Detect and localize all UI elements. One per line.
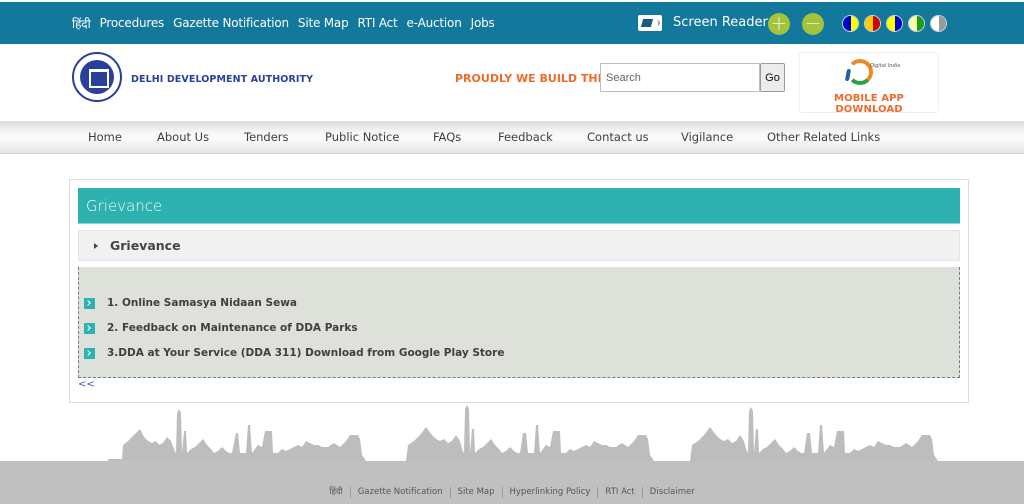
theme-color-left bbox=[909, 16, 917, 31]
nav-item-feedback[interactable]: Feedback bbox=[498, 121, 553, 154]
city-skyline-decoration bbox=[70, 405, 970, 465]
skyline-shapes bbox=[70, 405, 970, 465]
chevron-right-icon bbox=[84, 322, 95, 334]
nav-item-about-us[interactable]: About Us bbox=[157, 121, 209, 154]
decrease-font-button[interactable]: − bbox=[802, 13, 824, 35]
link-feedback-dda-parks[interactable]: 2. Feedback on Maintenance of DDA Parks bbox=[107, 322, 358, 334]
site-footer: हिंदी Gazette Notification Site Map Hype… bbox=[0, 461, 1024, 504]
increase-font-button[interactable]: + bbox=[768, 13, 790, 35]
theme-yellow-blue-button[interactable] bbox=[886, 15, 903, 32]
nav-item-home[interactable]: Home bbox=[88, 121, 122, 154]
footer-link-rti-act[interactable]: RTI Act bbox=[597, 487, 641, 498]
panel-title-bar: Grievance bbox=[78, 188, 960, 224]
mobile-app-download-label: MOBILE APP DOWNLOAD bbox=[834, 93, 904, 115]
search-go-button[interactable]: Go bbox=[760, 63, 785, 92]
theme-color-right bbox=[850, 16, 858, 31]
nav-item-faqs[interactable]: FAQs bbox=[433, 121, 461, 154]
nav-item-contact-us[interactable]: Contact us bbox=[587, 121, 649, 154]
footer-link-site-map[interactable]: Site Map bbox=[449, 487, 502, 498]
nav-item-vigilance[interactable]: Vigilance bbox=[681, 121, 733, 154]
footer-link-gazette-notification[interactable]: Gazette Notification bbox=[349, 487, 450, 498]
org-name[interactable]: DELHI DEVELOPMENT AUTHORITY bbox=[131, 74, 313, 85]
theme-yellow-red-button[interactable] bbox=[864, 15, 881, 32]
theme-color-left bbox=[887, 16, 895, 31]
footer-link-disclaimer[interactable]: Disclaimer bbox=[641, 487, 702, 498]
nav-item-other-related-links[interactable]: Other Related Links bbox=[767, 121, 880, 154]
theme-white-gray-button[interactable] bbox=[930, 15, 947, 32]
back-link[interactable]: << bbox=[78, 379, 95, 390]
top-link-rti-act[interactable]: RTI Act bbox=[357, 16, 397, 30]
skyline-segment-1 bbox=[70, 409, 366, 461]
theme-lightyellow-green-button[interactable] bbox=[908, 15, 925, 32]
theme-blue-yellow-button[interactable] bbox=[842, 15, 859, 32]
dda-logo-icon[interactable] bbox=[72, 52, 122, 102]
digital-india-logo-icon bbox=[843, 59, 873, 85]
mobile-app-download-link[interactable]: Digital India MOBILE APP DOWNLOAD bbox=[799, 52, 939, 115]
search-input[interactable] bbox=[600, 63, 760, 92]
top-links: हिंदी Procedures Gazette Notification Si… bbox=[72, 2, 495, 44]
top-link-e-auction[interactable]: e-Auction bbox=[407, 16, 462, 30]
chevron-right-icon bbox=[84, 347, 95, 359]
main-nav: Home About Us Tenders Public Notice FAQs… bbox=[0, 121, 1024, 154]
top-bar: हिंदी Procedures Gazette Notification Si… bbox=[0, 0, 1024, 44]
footer-link-hyperlinking-policy[interactable]: Hyperlinking Policy bbox=[501, 487, 598, 498]
top-link-site-map[interactable]: Site Map bbox=[298, 16, 349, 30]
top-link-hindi[interactable]: हिंदी bbox=[72, 15, 91, 32]
top-link-gazette-notification[interactable]: Gazette Notification bbox=[173, 16, 289, 30]
skyline-segment-2 bbox=[366, 405, 654, 461]
digital-india-text: Digital India bbox=[870, 63, 901, 69]
tagline-marquee: PROUDLY WE BUILD THE CAPITAL bbox=[455, 72, 601, 85]
site-header: DELHI DEVELOPMENT AUTHORITY PROUDLY WE B… bbox=[0, 44, 1024, 120]
screen-reader-icon[interactable] bbox=[638, 15, 662, 31]
theme-color-left bbox=[843, 16, 851, 31]
screen-reader-link[interactable]: Screen Reader bbox=[673, 2, 768, 44]
footer-link-hindi[interactable]: हिंदी bbox=[322, 487, 349, 498]
top-link-procedures[interactable]: Procedures bbox=[100, 16, 165, 30]
chevron-right-icon bbox=[84, 297, 95, 309]
theme-color-left bbox=[931, 16, 939, 31]
accordion-body: 1. Online Samasya Nidaan Sewa 2. Feedbac… bbox=[78, 267, 960, 378]
link-dda-311-play-store[interactable]: 3.DDA at Your Service (DDA 311) Download… bbox=[107, 347, 504, 359]
top-link-jobs[interactable]: Jobs bbox=[471, 16, 495, 30]
theme-color-right bbox=[872, 16, 880, 31]
accordion-header-grievance[interactable]: Grievance bbox=[78, 230, 960, 261]
theme-color-left bbox=[865, 16, 873, 31]
link-online-samasya-nidaan-sewa[interactable]: 1. Online Samasya Nidaan Sewa bbox=[107, 297, 297, 309]
page-title: Grievance bbox=[86, 197, 163, 215]
accordion-title: Grievance bbox=[110, 238, 181, 253]
list-item: 3.DDA at Your Service (DDA 311) Download… bbox=[84, 345, 504, 361]
grievance-panel: Grievance Grievance 1. Online Samasya Ni… bbox=[69, 179, 969, 403]
theme-color-right bbox=[894, 16, 902, 31]
nav-item-tenders[interactable]: Tenders bbox=[244, 121, 289, 154]
nav-item-public-notice[interactable]: Public Notice bbox=[325, 121, 399, 154]
theme-color-right bbox=[938, 16, 946, 31]
footer-links: हिंदी Gazette Notification Site Map Hype… bbox=[0, 487, 1024, 498]
theme-color-right bbox=[916, 16, 924, 31]
list-item: 2. Feedback on Maintenance of DDA Parks bbox=[84, 320, 358, 336]
list-item: 1. Online Samasya Nidaan Sewa bbox=[84, 295, 297, 311]
caret-right-icon bbox=[94, 243, 98, 249]
